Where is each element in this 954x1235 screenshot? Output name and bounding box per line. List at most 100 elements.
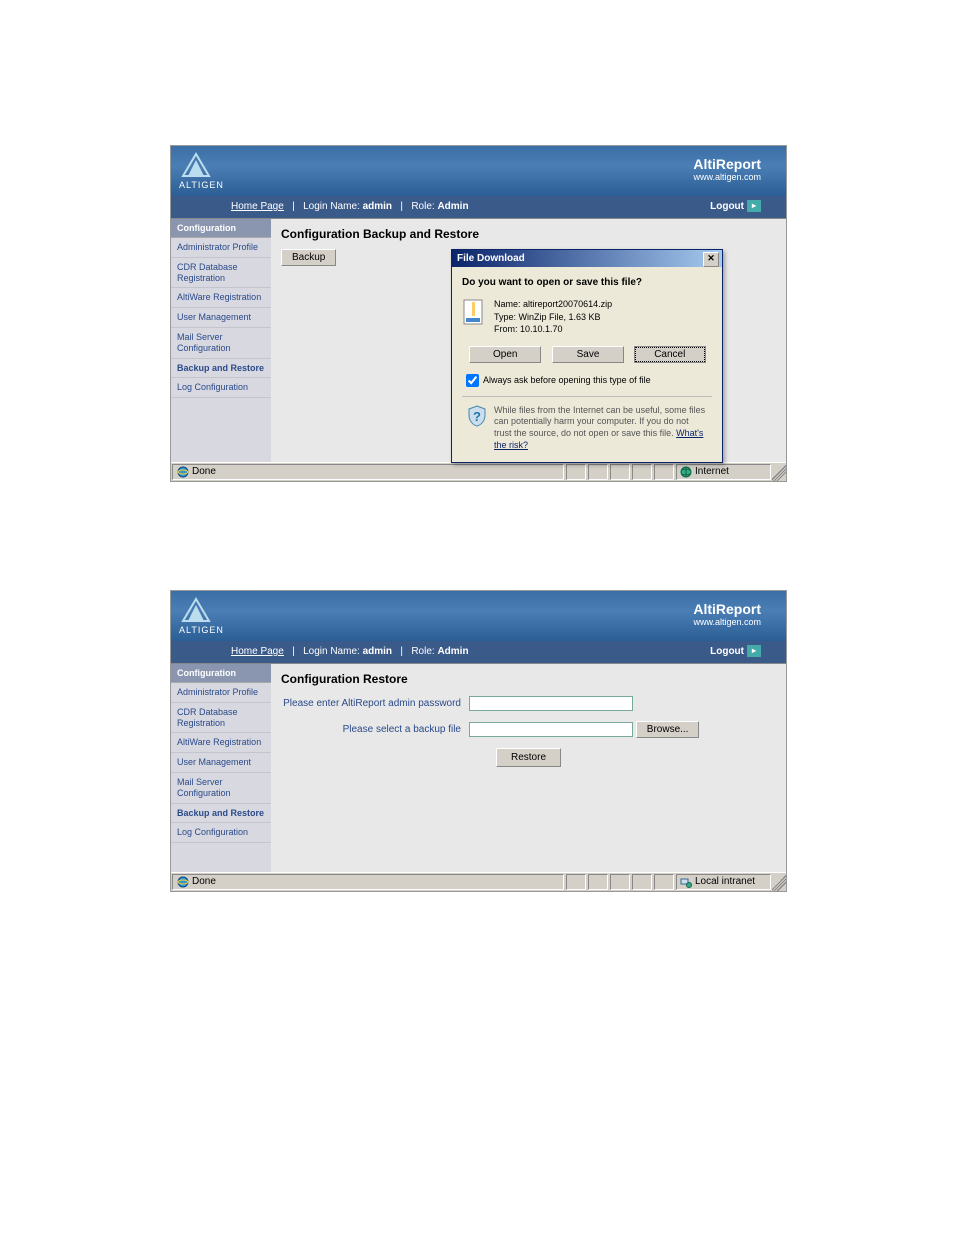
login-value: admin [363,201,392,212]
sidebar-item-altiware-reg[interactable]: AltiWare Registration [171,288,271,308]
product-url: www.altigen.com [693,172,761,182]
shield-help-icon: ? [466,405,488,427]
home-link[interactable]: Home Page [231,646,284,657]
logo-text: ALTIGEN [179,180,224,190]
logo-text: ALTIGEN [179,625,224,635]
sidebar: Configuration Administrator Profile CDR … [171,664,271,874]
status-segment [654,464,674,480]
dialog-title: File Download [457,253,525,264]
product-brand: AltiReport www.altigen.com [693,601,761,627]
login-label: Login Name: [303,201,360,212]
page-title: Configuration Restore [281,672,776,686]
sidebar-item-admin-profile[interactable]: Administrator Profile [171,683,271,703]
home-link[interactable]: Home Page [231,201,284,212]
cancel-button[interactable]: Cancel [635,347,705,362]
role-value: Admin [437,201,468,212]
file-metadata: Name: altireport20070614.zip Type: WinZi… [494,298,612,336]
logout-arrow-icon: ▸ [747,200,761,212]
sidebar-item-log-config[interactable]: Log Configuration [171,823,271,843]
file-source: 10.10.1.70 [520,324,563,334]
backup-button[interactable]: Backup [281,249,336,266]
status-zone: Internet [676,464,771,480]
sidebar-header: Configuration [171,664,271,683]
ie-icon [177,466,189,478]
header: ALTIGEN AltiReport www.altigen.com [171,591,786,641]
svg-text:?: ? [473,409,481,424]
file-download-dialog: File Download ✕ Do you want to open or s… [451,249,723,463]
warning-text: While files from the Internet can be use… [494,405,705,438]
sidebar-item-backup-restore[interactable]: Backup and Restore [171,359,271,379]
always-ask-label: Always ask before opening this type of f… [483,375,651,385]
password-input[interactable] [469,696,633,711]
always-ask-input[interactable] [466,374,479,387]
product-name: AltiReport [693,156,761,172]
password-label: Please enter AltiReport admin password [281,698,469,709]
page-title: Configuration Backup and Restore [281,227,776,241]
sidebar-item-cdr-db[interactable]: CDR Database Registration [171,703,271,734]
open-button[interactable]: Open [469,346,541,363]
resize-grip[interactable] [772,463,786,481]
globe-icon [680,466,692,478]
dialog-question: Do you want to open or save this file? [462,277,642,288]
sidebar-header: Configuration [171,219,271,238]
logout-link[interactable]: Logout▸ [710,196,761,218]
sidebar-item-user-mgmt[interactable]: User Management [171,753,271,773]
dialog-titlebar[interactable]: File Download ✕ [452,250,722,267]
backup-file-input[interactable] [469,722,633,737]
nav-bar: Home Page | Login Name: admin | Role: Ad… [171,641,786,664]
intranet-icon [680,876,692,888]
status-segment [588,464,608,480]
main-content: Configuration Backup and Restore Backup … [271,219,786,464]
logout-arrow-icon: ▸ [747,645,761,657]
resize-grip[interactable] [772,873,786,891]
login-value: admin [363,646,392,657]
app-window-backup: ▲ ▼ ALTIGEN AltiReport www.altigen.com H… [170,145,787,482]
nav-bar: Home Page | Login Name: admin | Role: Ad… [171,196,786,219]
close-icon[interactable]: ✕ [703,252,719,267]
product-name: AltiReport [693,601,761,617]
status-segment [588,874,608,890]
header: ALTIGEN AltiReport www.altigen.com [171,146,786,196]
product-brand: AltiReport www.altigen.com [693,156,761,182]
sidebar-item-mail-server[interactable]: Mail Server Configuration [171,773,271,804]
browse-button[interactable]: Browse... [636,721,700,738]
status-segment [654,874,674,890]
restore-button[interactable]: Restore [496,748,561,767]
sidebar-item-user-mgmt[interactable]: User Management [171,308,271,328]
sidebar-item-log-config[interactable]: Log Configuration [171,378,271,398]
altigen-logo: ALTIGEN [179,597,224,635]
status-segment [566,464,586,480]
sidebar-item-admin-profile[interactable]: Administrator Profile [171,238,271,258]
login-label: Login Name: [303,646,360,657]
status-text: Done [172,874,564,890]
zip-file-icon [462,298,486,328]
logout-link[interactable]: Logout▸ [710,641,761,663]
sidebar-item-cdr-db[interactable]: CDR Database Registration [171,258,271,289]
main-content: Configuration Restore Please enter AltiR… [271,664,786,874]
status-segment [610,464,630,480]
sidebar-item-backup-restore[interactable]: Backup and Restore [171,804,271,824]
sidebar-item-mail-server[interactable]: Mail Server Configuration [171,328,271,359]
status-zone: Local intranet [676,874,771,890]
status-text: Done [172,464,564,480]
backup-file-label: Please select a backup file [281,724,469,735]
altigen-logo: ALTIGEN [179,152,224,190]
sidebar: Configuration Administrator Profile CDR … [171,219,271,464]
app-window-restore: ▲ ▼ ALTIGEN AltiReport www.altigen.com H… [170,590,787,892]
status-segment [632,464,652,480]
always-ask-checkbox[interactable]: Always ask before opening this type of f… [462,371,712,390]
status-bar: Done Local intranet [171,872,786,891]
product-url: www.altigen.com [693,617,761,627]
role-label: Role: [411,646,434,657]
status-segment [610,874,630,890]
status-bar: Done Internet [171,462,786,481]
sidebar-item-altiware-reg[interactable]: AltiWare Registration [171,733,271,753]
ie-icon [177,876,189,888]
status-segment [566,874,586,890]
status-segment [632,874,652,890]
warning-box: ? While files from the Internet can be u… [462,396,712,452]
role-label: Role: [411,201,434,212]
file-name: altireport20070614.zip [523,299,612,309]
file-type: WinZip File, 1.63 KB [519,312,601,322]
save-button[interactable]: Save [552,346,624,363]
